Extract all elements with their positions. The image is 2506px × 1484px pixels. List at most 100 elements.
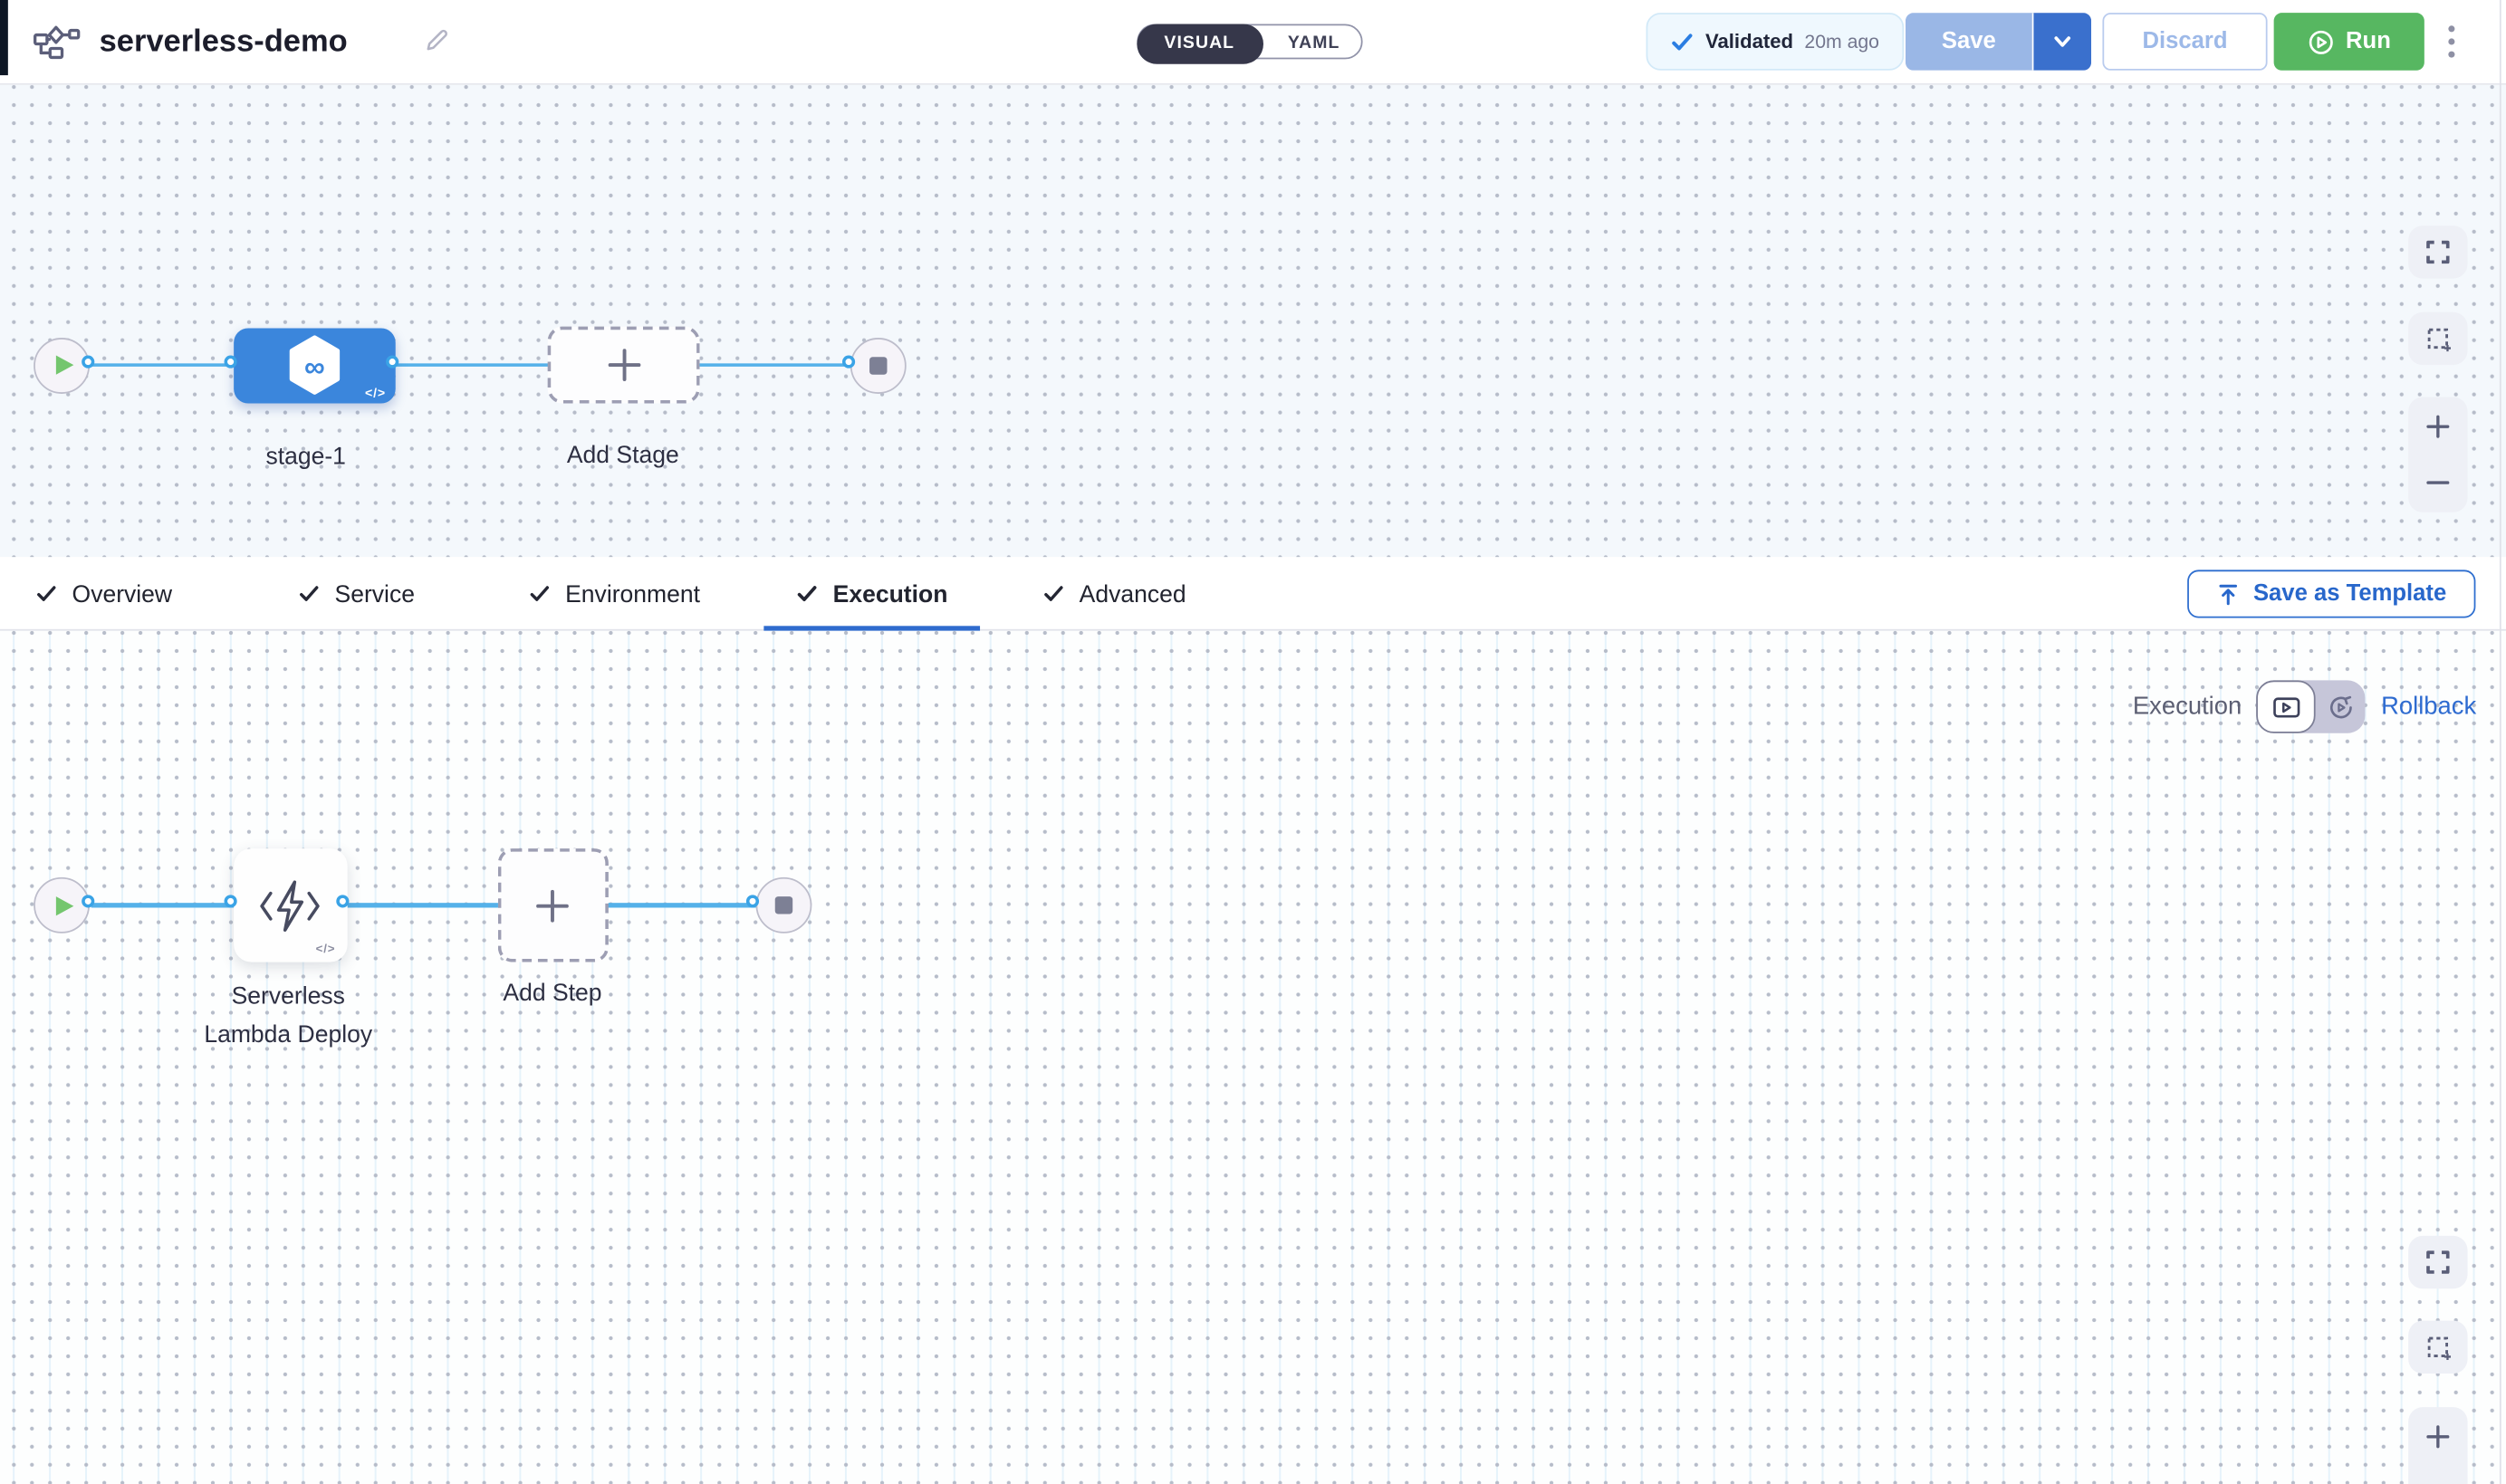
check-icon [1042, 583, 1065, 606]
execution-view-icon [2271, 694, 2300, 719]
save-as-template-label: Save as Template [2253, 581, 2446, 607]
check-icon [528, 583, 551, 606]
tab-label: Service [335, 580, 415, 608]
serverless-lambda-icon [254, 876, 325, 934]
add-stage-label: Add Stage [542, 442, 703, 469]
connector-port [224, 355, 236, 368]
stage-node-stage-1[interactable]: ∞ </> [234, 328, 396, 403]
check-icon [1670, 30, 1695, 54]
plus-icon [533, 886, 571, 924]
tab-label: Overview [72, 580, 173, 608]
check-icon [298, 583, 321, 606]
code-badge-icon: </> [316, 942, 336, 956]
tab-advanced[interactable]: Advanced [1042, 557, 1186, 630]
chevron-down-icon [2051, 31, 2074, 53]
stage-tabbar: Overview Service Environment Execution A… [0, 557, 2506, 630]
add-step-label: Add Step [473, 980, 633, 1007]
edit-pencil-icon[interactable] [423, 27, 450, 54]
rollback-link[interactable]: Rollback [2381, 694, 2476, 723]
tab-environment[interactable]: Environment [528, 557, 700, 630]
tab-service[interactable]: Service [298, 557, 415, 630]
zoom-out-icon[interactable] [2424, 1479, 2452, 1484]
step-name-line2: Lambda Deploy [168, 1021, 408, 1048]
active-tab-underline [763, 625, 980, 630]
rollback-view-icon [2326, 693, 2355, 722]
connector-port [386, 355, 398, 368]
connector-port [841, 355, 854, 368]
visual-yaml-toggle: VISUAL YAML [1137, 24, 1362, 60]
tab-overview[interactable]: Overview [35, 557, 172, 630]
pipeline-graph-icon [32, 24, 80, 62]
code-badge-icon: </> [365, 385, 386, 399]
pipeline-studio: serverless-demo VISUAL YAML Validated 20… [0, 0, 2506, 1484]
pipeline-end-node [850, 337, 906, 393]
tab-execution[interactable]: Execution [763, 557, 980, 630]
check-icon [796, 583, 819, 606]
run-play-icon [2308, 28, 2335, 55]
save-button[interactable]: Save [1906, 13, 2032, 71]
stop-icon [869, 356, 886, 373]
execution-view-button[interactable] [2256, 680, 2315, 732]
zoom-controls [2408, 1407, 2467, 1484]
step-node-serverless-lambda-deploy[interactable]: </> [233, 848, 347, 962]
tab-label: Execution [833, 580, 948, 608]
marquee-select-icon [2424, 324, 2453, 353]
tab-label: Environment [565, 580, 700, 608]
connector-port [224, 895, 236, 907]
discard-button[interactable]: Discard [2102, 13, 2267, 71]
validated-label: Validated [1705, 31, 1793, 53]
pipeline-header: serverless-demo VISUAL YAML Validated 20… [0, 0, 2506, 85]
stage-name-label: stage-1 [226, 444, 386, 471]
save-split-button: Save [1906, 13, 2091, 71]
zoom-in-icon[interactable] [2424, 413, 2452, 440]
zoom-out-icon[interactable] [2424, 469, 2452, 496]
run-button[interactable]: Run [2274, 13, 2424, 71]
fullscreen-icon [2424, 238, 2452, 265]
save-as-template-button[interactable]: Save as Template [2187, 570, 2475, 618]
kebab-menu-icon[interactable] [2437, 13, 2466, 71]
fullscreen-icon [2424, 1249, 2452, 1276]
connector-line [91, 363, 878, 367]
stage-canvas[interactable]: ∞ </> stage-1 Add Stage [0, 85, 2506, 558]
execution-view-label: Execution [2081, 694, 2242, 723]
add-stage-button[interactable] [548, 327, 700, 404]
validated-badge: Validated 20m ago [1647, 13, 1904, 71]
marquee-select-button[interactable] [2408, 312, 2467, 365]
validated-time: 20m ago [1804, 31, 1879, 53]
pipeline-start-node [33, 337, 89, 393]
save-dropdown-button[interactable] [2032, 13, 2091, 71]
execution-end-node [755, 877, 811, 933]
toggle-visual[interactable]: VISUAL [1136, 24, 1263, 63]
connector-line [91, 904, 783, 907]
marquee-select-button[interactable] [2408, 1321, 2467, 1374]
check-icon [35, 583, 58, 606]
execution-start-node [33, 877, 89, 933]
step-name-line1: Serverless [168, 983, 408, 1010]
connector-port [745, 895, 758, 907]
connector-port [82, 895, 94, 907]
upload-icon [2216, 582, 2241, 607]
add-step-button[interactable] [497, 848, 609, 962]
execution-rollback-toggle [2256, 680, 2365, 732]
plus-icon [604, 346, 642, 384]
execution-canvas[interactable]: Execution Rollback </> [0, 631, 2506, 1484]
pipeline-name: serverless-demo [100, 0, 348, 83]
page-right-edge [2500, 0, 2501, 1484]
start-play-icon [55, 356, 72, 375]
infinity-icon: ∞ [304, 350, 325, 383]
cd-hexagon-icon: ∞ [286, 335, 342, 396]
fullscreen-button[interactable] [2408, 1236, 2467, 1288]
nav-edge [0, 0, 8, 75]
fullscreen-button[interactable] [2408, 225, 2467, 278]
zoom-in-icon[interactable] [2424, 1423, 2452, 1450]
marquee-select-icon [2424, 1333, 2453, 1362]
toggle-yaml[interactable]: YAML [1262, 24, 1366, 63]
run-label: Run [2346, 29, 2391, 54]
rollback-view-button[interactable] [2316, 680, 2366, 732]
stop-icon [774, 896, 792, 914]
connector-port [335, 895, 348, 907]
tab-label: Advanced [1080, 580, 1186, 608]
zoom-controls [2408, 397, 2467, 512]
connector-port [82, 355, 94, 368]
start-play-icon [55, 895, 72, 914]
